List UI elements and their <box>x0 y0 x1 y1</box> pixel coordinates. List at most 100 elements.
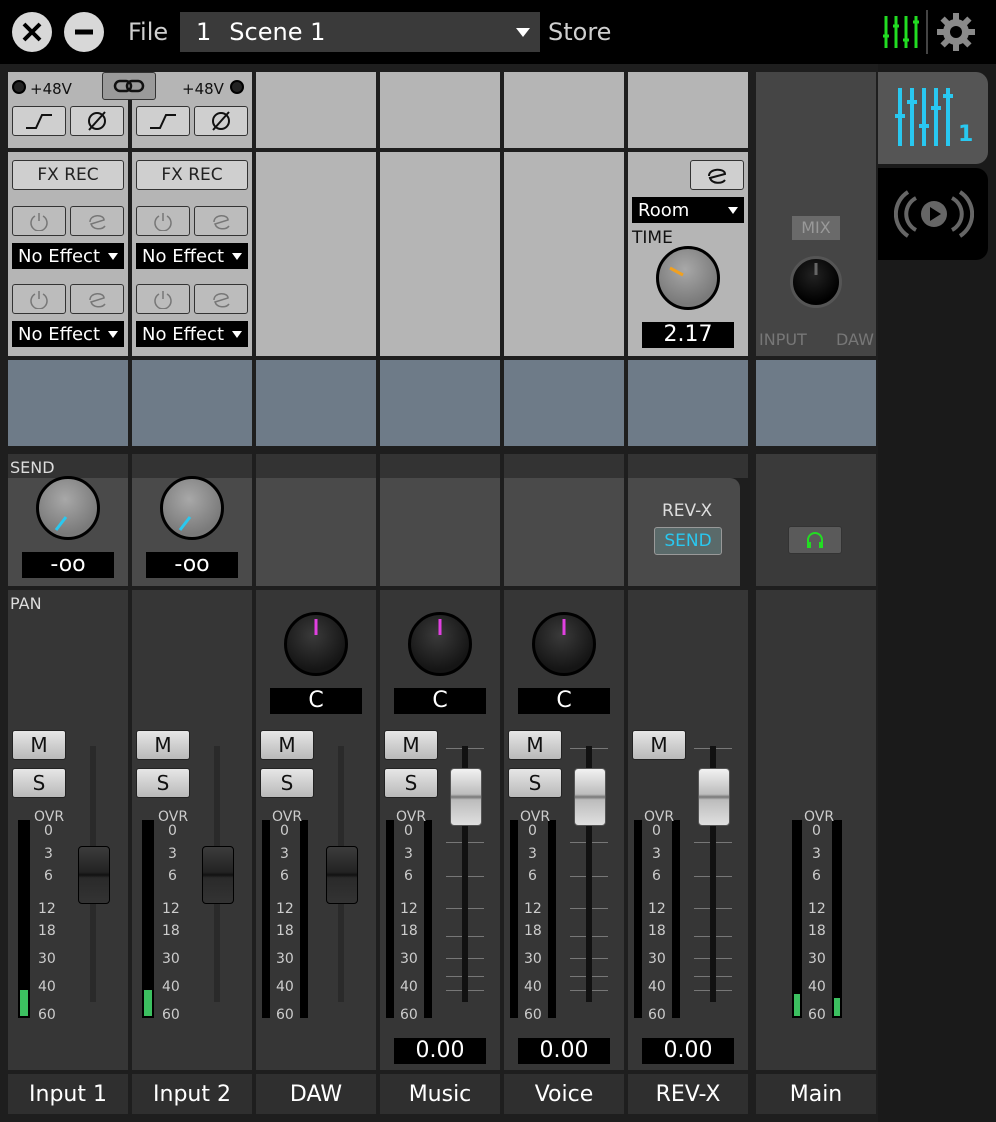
send-area <box>8 478 740 586</box>
daw-pan-knob[interactable] <box>284 612 348 676</box>
effect-type-select[interactable]: No Effect <box>136 321 248 347</box>
effect-edit-button[interactable] <box>70 284 124 314</box>
effect-type-select[interactable]: No Effect <box>12 243 124 269</box>
tab-mixer[interactable]: 1 <box>878 72 988 164</box>
effect-power-button[interactable] <box>12 206 66 236</box>
phase-button[interactable] <box>70 106 124 136</box>
scale-label: 60 <box>400 1007 418 1023</box>
scale-label: 60 <box>162 1007 180 1023</box>
music-solo-button[interactable]: S <box>384 768 438 798</box>
scale-label: 18 <box>648 923 666 939</box>
reverb-type-select[interactable]: Room <box>632 197 744 223</box>
tab-streaming[interactable] <box>878 168 988 260</box>
music-mute-button[interactable]: M <box>384 730 438 760</box>
stereo-link-button[interactable] <box>102 72 156 100</box>
input2-mute-button[interactable]: M <box>136 730 190 760</box>
meter-fill <box>834 998 840 1016</box>
daw-hw-panel <box>256 72 376 148</box>
input2-solo-button[interactable]: S <box>136 768 190 798</box>
music-blank <box>380 360 500 446</box>
headphone-monitor-button[interactable] <box>788 526 842 554</box>
effect-power-button[interactable] <box>12 284 66 314</box>
scale-label: OVR <box>34 809 65 825</box>
phase-icon <box>88 111 106 131</box>
voice-hw-panel <box>504 72 624 148</box>
store-button[interactable]: Store <box>548 18 611 46</box>
mixer-view-button[interactable] <box>880 12 920 56</box>
scale-label: OVR <box>396 809 427 825</box>
fx-rec-button[interactable]: FX REC <box>136 160 248 190</box>
input1-fader[interactable] <box>78 846 110 904</box>
scale-label: 30 <box>400 951 418 967</box>
divider <box>376 454 380 586</box>
scale-label: 3 <box>528 846 537 862</box>
scale-label: 12 <box>400 901 418 917</box>
scale-label: 3 <box>44 846 53 862</box>
voice-mute-button[interactable]: M <box>508 730 562 760</box>
chevron-down-icon <box>108 253 118 260</box>
knob-indicator <box>669 266 684 277</box>
scale-label: 12 <box>38 901 56 917</box>
scale-label: 0 <box>280 823 289 839</box>
phantom-led <box>230 80 244 94</box>
monitor-daw-label: DAW <box>836 330 874 349</box>
voice-solo-button[interactable]: S <box>508 768 562 798</box>
input2-send-knob[interactable] <box>160 476 224 540</box>
minimize-button[interactable] <box>64 12 104 52</box>
reverb-edit-button[interactable] <box>690 160 744 190</box>
file-menu[interactable]: File <box>128 18 168 46</box>
power-icon <box>30 291 48 309</box>
main-monitor-panel <box>756 72 876 356</box>
revx-send-button[interactable]: SEND <box>654 527 722 555</box>
scale-label: 18 <box>276 923 294 939</box>
input2-fader[interactable] <box>202 846 234 904</box>
hpf-button[interactable] <box>136 106 190 136</box>
scale-label: OVR <box>520 809 551 825</box>
phantom-label: +48V <box>30 80 72 98</box>
effect-edit-button[interactable] <box>194 284 248 314</box>
reverb-time-knob[interactable] <box>656 246 720 310</box>
hpf-button[interactable] <box>12 106 66 136</box>
effect-edit-button[interactable] <box>194 206 248 236</box>
effect-power-button[interactable] <box>136 284 190 314</box>
music-level-meter-r <box>424 820 432 1018</box>
reverb-time-label: TIME <box>632 228 673 248</box>
monitor-input-label: INPUT <box>759 330 807 349</box>
effect-type-select[interactable]: No Effect <box>136 243 248 269</box>
daw-level-meter-r <box>300 820 308 1018</box>
scene-name: Scene 1 <box>229 18 326 46</box>
mixer-icon <box>883 16 919 48</box>
effect-type-value: No Effect <box>142 245 225 267</box>
fx-rec-button[interactable]: FX REC <box>12 160 124 190</box>
input1-mute-button[interactable]: M <box>12 730 66 760</box>
revx-mute-button[interactable]: M <box>632 730 686 760</box>
daw-mute-button[interactable]: M <box>260 730 314 760</box>
daw-fader[interactable] <box>326 846 358 904</box>
voice-level-meter-r <box>548 820 556 1018</box>
daw-solo-button[interactable]: S <box>260 768 314 798</box>
headphones-icon <box>807 532 823 548</box>
input1-solo-button[interactable]: S <box>12 768 66 798</box>
monitor-mix-knob[interactable] <box>790 256 842 308</box>
scene-selector[interactable]: 1 Scene 1 <box>180 12 540 52</box>
scale-label: 0 <box>404 823 413 839</box>
voice-pan-knob[interactable] <box>532 612 596 676</box>
settings-button[interactable] <box>936 12 976 56</box>
revx-fader[interactable] <box>698 768 730 826</box>
input1-send-knob[interactable] <box>36 476 100 540</box>
revx-level-meter-r <box>672 820 680 1018</box>
effect-power-button[interactable] <box>136 206 190 236</box>
music-pan-knob[interactable] <box>408 612 472 676</box>
knob-indicator <box>562 619 566 635</box>
main-level-meter-r <box>832 820 842 1018</box>
close-icon <box>22 22 42 42</box>
scale-label: 30 <box>38 951 56 967</box>
music-fader[interactable] <box>450 768 482 826</box>
effect-type-select[interactable]: No Effect <box>12 321 124 347</box>
close-button[interactable] <box>12 12 52 52</box>
phase-button[interactable] <box>194 106 248 136</box>
link-icon <box>113 79 145 93</box>
highpass-icon <box>150 114 176 129</box>
effect-edit-button[interactable] <box>70 206 124 236</box>
voice-fader[interactable] <box>574 768 606 826</box>
